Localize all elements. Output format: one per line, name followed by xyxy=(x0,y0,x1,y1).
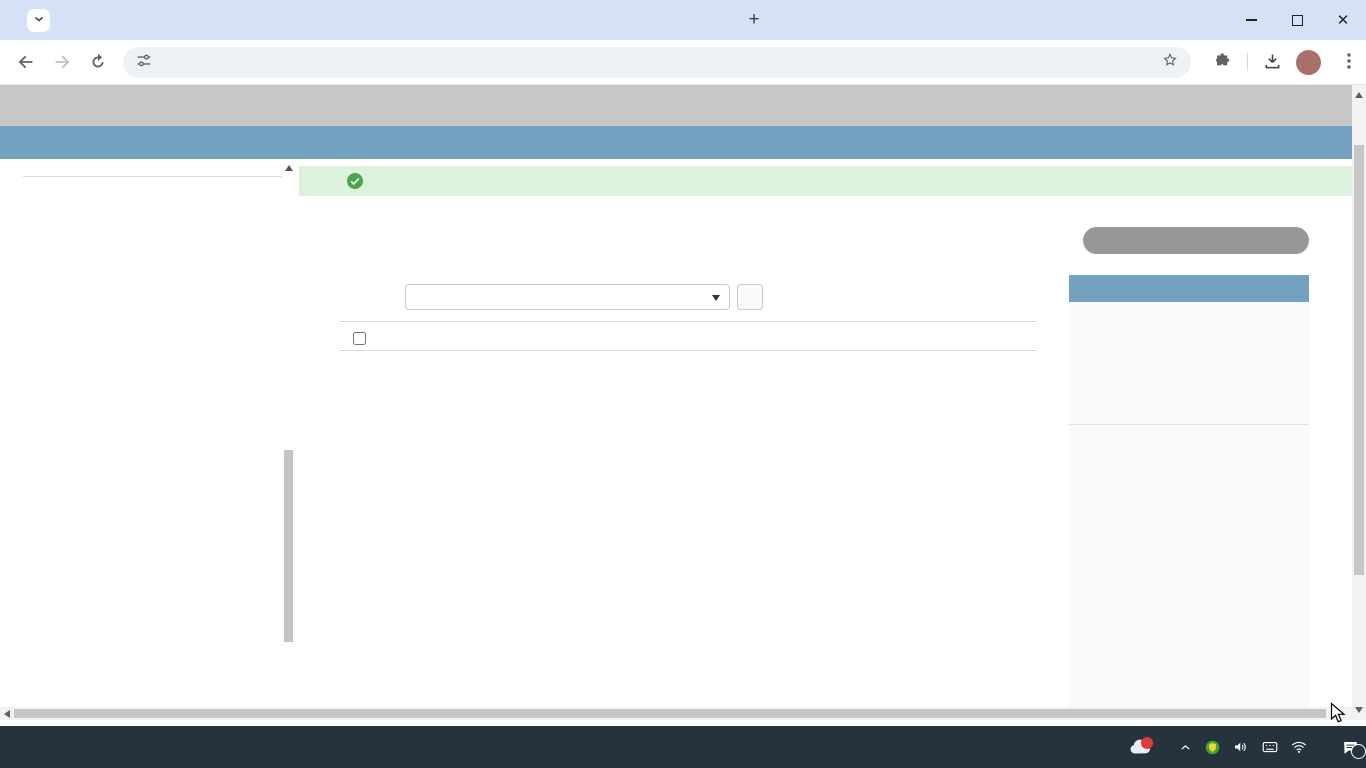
vertical-scrollbar[interactable] xyxy=(1352,85,1366,720)
chevron-down-icon xyxy=(712,295,720,301)
vertical-scrollbar-thumb[interactable] xyxy=(1354,145,1364,575)
breadcrumb xyxy=(0,126,1352,159)
window-close-button[interactable]: ✕ xyxy=(1320,0,1366,40)
admin-header xyxy=(0,85,1352,126)
new-tab-button[interactable]: + xyxy=(742,8,766,32)
tab-search-button[interactable] xyxy=(27,9,50,32)
restore-icon xyxy=(1292,15,1303,26)
profile-avatar[interactable] xyxy=(1296,50,1321,75)
scroll-up-arrow-icon[interactable] xyxy=(1355,92,1363,98)
touch-keyboard-icon[interactable] xyxy=(1261,738,1279,756)
system-tray xyxy=(1127,726,1360,768)
screen: + ✕ xyxy=(0,0,1366,768)
sidebar-scrollbar-thumb[interactable] xyxy=(284,450,293,642)
window-restore-button[interactable] xyxy=(1274,0,1320,40)
browser-menu-icon[interactable] xyxy=(1340,51,1358,76)
back-button[interactable] xyxy=(15,51,37,73)
scroll-up-arrow-icon[interactable] xyxy=(285,165,293,171)
mouse-cursor xyxy=(1330,702,1348,731)
window-minimize-button[interactable] xyxy=(1228,0,1274,40)
select-all-checkbox[interactable] xyxy=(353,332,366,345)
weather-badge xyxy=(1141,737,1153,749)
sidebar-item-clipped[interactable] xyxy=(23,159,282,177)
wifi-icon[interactable] xyxy=(1290,738,1308,756)
browser-tab-strip: + ✕ xyxy=(0,0,1366,40)
success-check-icon xyxy=(347,173,363,189)
bookmark-star-icon[interactable] xyxy=(1161,51,1179,74)
filter-panel-title xyxy=(1069,275,1309,302)
chevron-down-icon xyxy=(33,12,45,30)
address-bar[interactable] xyxy=(123,47,1191,78)
success-message xyxy=(299,166,1352,196)
filter-panel xyxy=(1069,302,1309,707)
notification-count-badge xyxy=(1351,744,1366,759)
extensions-icon[interactable] xyxy=(1212,51,1232,76)
download-icon[interactable] xyxy=(1262,51,1283,77)
go-button[interactable] xyxy=(737,284,763,310)
sidebar xyxy=(23,159,282,177)
tray-expand-icon[interactable] xyxy=(1178,740,1193,755)
volume-icon[interactable] xyxy=(1232,738,1250,756)
sidebar-scrollbar[interactable] xyxy=(282,159,295,707)
notification-center-icon[interactable] xyxy=(1341,738,1360,757)
scroll-left-arrow-icon[interactable] xyxy=(4,710,10,718)
add-lotaip-button[interactable] xyxy=(1083,227,1309,254)
site-settings-icon[interactable] xyxy=(135,52,152,74)
taskbar xyxy=(0,726,1366,768)
forward-button[interactable] xyxy=(51,51,73,73)
toolbar-divider xyxy=(1247,53,1248,71)
table-header-row xyxy=(339,321,1037,351)
antivirus-shield-icon[interactable] xyxy=(1204,739,1221,756)
filter-divider xyxy=(1069,424,1309,425)
horizontal-scrollbar-thumb[interactable] xyxy=(14,709,1326,718)
action-select[interactable] xyxy=(405,284,730,310)
scroll-down-arrow-icon[interactable] xyxy=(1355,707,1363,713)
reload-button[interactable] xyxy=(87,51,109,73)
horizontal-scrollbar[interactable] xyxy=(0,707,1352,720)
minimize-icon xyxy=(1246,19,1257,21)
weather-widget[interactable] xyxy=(1127,734,1167,760)
window-controls: ✕ xyxy=(1228,0,1366,40)
results-table xyxy=(339,321,1037,707)
close-icon: ✕ xyxy=(1337,11,1350,29)
